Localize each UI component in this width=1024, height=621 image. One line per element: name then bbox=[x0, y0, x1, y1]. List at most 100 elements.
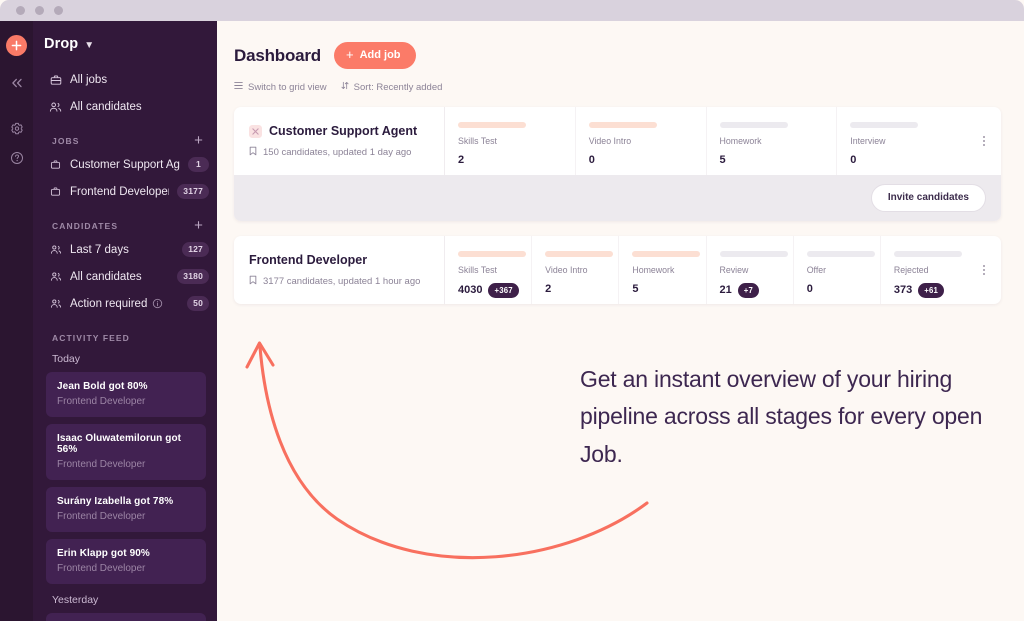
pipeline-stages: Skills Test 4030 +367 Video Intro 2 Home… bbox=[444, 236, 967, 304]
pipeline-stages: Skills Test 2 Video Intro 0 Homework 5 I… bbox=[444, 107, 967, 175]
stage-value-row: 5 bbox=[632, 283, 705, 295]
settings-button[interactable] bbox=[7, 119, 26, 138]
icon-rail bbox=[0, 21, 33, 621]
stage-value-row: 2 bbox=[545, 283, 618, 295]
sidebar-item-all-candidates[interactable]: All candidates bbox=[41, 95, 209, 118]
stage-video-intro[interactable]: Video Intro 0 bbox=[576, 107, 707, 175]
job-card-title: Customer Support Agent bbox=[269, 124, 418, 138]
sidebar-item-count: 50 bbox=[187, 296, 209, 311]
add-candidate-icon[interactable]: + bbox=[194, 218, 204, 233]
rail-add-button[interactable] bbox=[6, 35, 27, 56]
collapse-sidebar-button[interactable] bbox=[7, 73, 26, 92]
info-icon[interactable] bbox=[152, 298, 163, 309]
stage-progress-bar bbox=[545, 251, 614, 257]
briefcase-icon bbox=[49, 74, 62, 86]
sidebar-item-all-jobs[interactable]: All jobs bbox=[41, 68, 209, 91]
stage-value-row: 5 bbox=[720, 154, 837, 166]
stage-label: Video Intro bbox=[588, 136, 632, 146]
activity-feed-group-yesterday: Yesterday 6 qualified candidates Fronten… bbox=[33, 594, 217, 621]
people-icon bbox=[49, 298, 62, 309]
sort-button[interactable]: Sort: Recently added bbox=[341, 81, 443, 93]
job-card-meta: 3177 candidates, updated 1 hour ago bbox=[249, 275, 444, 288]
stage-value-row: 21 +7 bbox=[720, 283, 793, 298]
stage-value-row: 0 bbox=[807, 283, 880, 295]
activity-item-subtitle: Frontend Developer bbox=[57, 511, 146, 522]
stage-progress-bar bbox=[632, 251, 701, 257]
stage-value: 4030 bbox=[458, 284, 483, 297]
page-title: Dashboard bbox=[234, 45, 321, 65]
activity-item[interactable]: Surány Izabella got 78% Frontend Develop… bbox=[46, 487, 206, 532]
stage-progress-bar bbox=[719, 122, 788, 128]
sort-label: Sort: Recently added bbox=[353, 81, 443, 93]
bookmark-icon bbox=[249, 146, 257, 159]
job-card-meta-text: 150 candidates, updated 1 day ago bbox=[263, 147, 412, 158]
stage-review[interactable]: Review 21 +7 bbox=[707, 236, 794, 304]
stage-delta-badge: +367 bbox=[488, 283, 519, 298]
stage-skills-test[interactable]: Skills Test 4030 +367 bbox=[445, 236, 533, 304]
stage-delta-badge: +61 bbox=[918, 283, 945, 298]
window-titlebar bbox=[0, 0, 1024, 21]
stage-value: 373 bbox=[893, 284, 913, 297]
switch-to-grid-view-label: Switch to grid view bbox=[248, 81, 327, 93]
sort-icon bbox=[341, 81, 349, 93]
people-icon bbox=[49, 271, 62, 282]
stage-homework[interactable]: Homework 5 bbox=[707, 107, 838, 175]
activity-item-title: Erin Klapp got 90% bbox=[57, 548, 150, 559]
sidebar-item-label: Customer Support Agent bbox=[70, 158, 180, 171]
switch-to-grid-view-button[interactable]: Switch to grid view bbox=[234, 81, 327, 93]
job-card-info: Customer Support Agent 150 candidates, u… bbox=[234, 107, 444, 175]
app-window: Drop ▼ All jobs All candidates JOBS + Cu… bbox=[0, 0, 1024, 621]
invite-candidates-button[interactable]: Invite candidates bbox=[870, 184, 986, 212]
people-icon bbox=[49, 244, 62, 255]
candidates-section-title: CANDIDATES bbox=[52, 221, 119, 231]
stage-progress-bar bbox=[850, 122, 919, 128]
sidebar-item-frontend-developer[interactable]: Frontend Developer 3177 bbox=[41, 180, 209, 203]
add-job-icon[interactable]: + bbox=[194, 133, 204, 148]
main-content: Dashboard + Add job Switch to grid view … bbox=[217, 21, 1024, 621]
stage-progress-bar bbox=[458, 122, 526, 128]
stage-progress-bar bbox=[719, 251, 788, 257]
job-card-customer-support-agent[interactable]: Customer Support Agent 150 candidates, u… bbox=[234, 107, 1001, 221]
activity-item-subtitle: Frontend Developer bbox=[57, 459, 146, 470]
activity-feed-header: ACTIVITY FEED bbox=[52, 333, 204, 343]
job-card-kebab-menu-icon[interactable] bbox=[967, 107, 1001, 175]
activity-item[interactable]: 6 qualified candidates Frontend Develope… bbox=[46, 613, 206, 621]
stage-interview[interactable]: Interview 0 bbox=[837, 107, 967, 175]
workspace-switcher[interactable]: Drop ▼ bbox=[33, 21, 217, 52]
stage-offer[interactable]: Offer 0 bbox=[794, 236, 881, 304]
activity-item[interactable]: Jean Bold got 80% Frontend Developer bbox=[46, 372, 206, 417]
close-button[interactable] bbox=[16, 6, 25, 15]
job-card-frontend-developer[interactable]: Frontend Developer 3177 candidates, upda… bbox=[234, 236, 1001, 304]
sidebar-item-label: Action required bbox=[70, 297, 148, 310]
add-job-button[interactable]: + Add job bbox=[334, 42, 416, 69]
stage-value: 0 bbox=[806, 283, 813, 295]
jobs-section-header: JOBS + bbox=[52, 133, 204, 148]
plus-icon: + bbox=[346, 47, 354, 62]
annotation-text: Get an instant overview of your hiring p… bbox=[580, 366, 983, 467]
workspace-name: Drop bbox=[44, 36, 79, 52]
stage-video-intro[interactable]: Video Intro 2 bbox=[532, 236, 620, 304]
candidates-section-header: CANDIDATES + bbox=[52, 218, 204, 233]
minimize-button[interactable] bbox=[35, 6, 44, 15]
maximize-button[interactable] bbox=[54, 6, 63, 15]
activity-item[interactable]: Erin Klapp got 90% Frontend Developer bbox=[46, 539, 206, 584]
job-card-kebab-menu-icon[interactable] bbox=[967, 236, 1001, 304]
sidebar-item-customer-support-agent[interactable]: Customer Support Agent 1 bbox=[41, 153, 209, 176]
stage-delta-badge: +7 bbox=[737, 283, 760, 298]
stage-skills-test[interactable]: Skills Test 2 bbox=[445, 107, 576, 175]
stage-label: Offer bbox=[806, 265, 827, 275]
help-button[interactable] bbox=[7, 148, 26, 167]
job-card-body: Frontend Developer 3177 candidates, upda… bbox=[234, 236, 1001, 304]
stage-homework[interactable]: Homework 5 bbox=[619, 236, 707, 304]
stage-rejected[interactable]: Rejected 373 +61 bbox=[881, 236, 967, 304]
sidebar-item-action-required[interactable]: Action required 50 bbox=[41, 292, 209, 315]
briefcase-icon bbox=[49, 159, 62, 170]
stage-value-row: 0 bbox=[850, 154, 967, 166]
sidebar-item-last-7-days[interactable]: Last 7 days 127 bbox=[41, 238, 209, 261]
activity-day-label: Yesterday bbox=[52, 594, 99, 606]
sidebar: Drop ▼ All jobs All candidates JOBS + Cu… bbox=[33, 21, 217, 621]
stage-value-row: 2 bbox=[458, 154, 575, 166]
activity-item[interactable]: Isaac Oluwatemilorun got 56% Frontend De… bbox=[46, 424, 206, 480]
sidebar-item-all-candidates-filter[interactable]: All candidates 3180 bbox=[41, 265, 209, 288]
stage-label: Video Intro bbox=[545, 265, 588, 275]
